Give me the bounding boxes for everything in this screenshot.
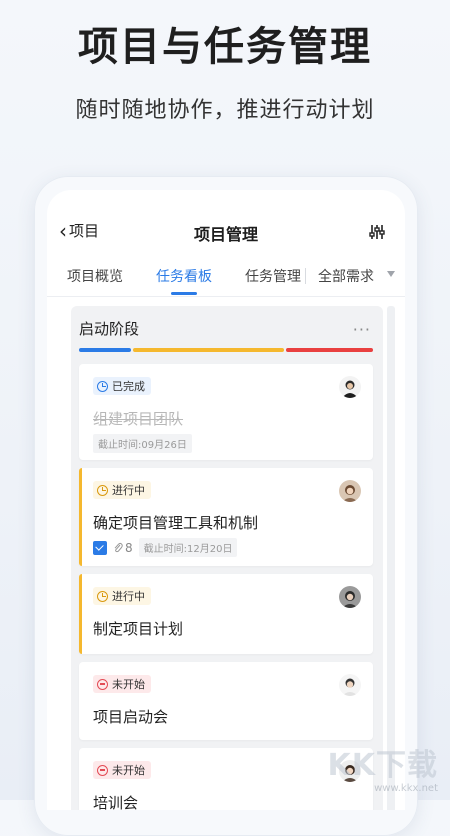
- progress-segment: [133, 348, 284, 352]
- chevron-down-icon: [387, 271, 395, 277]
- tab-bar: 项目概览 任务看板 任务管理 全部需求: [47, 252, 405, 297]
- app-screen: ‹ 项目 项目管理 项目概览 任务看板 任务管理 全部需求 启动阶段 ··· 已…: [47, 190, 405, 810]
- hero-subtitle: 随时随地协作，推进行动计划: [75, 98, 375, 123]
- task-title: 确定项目管理工具和机制: [93, 514, 259, 532]
- scrollbar[interactable]: [387, 306, 395, 810]
- status-badge: 未开始: [93, 675, 151, 693]
- deadline-chip: 截止时间:12月20日: [138, 538, 238, 557]
- tab-task-management[interactable]: 任务管理: [245, 266, 301, 286]
- status-badge: 已完成: [93, 377, 151, 395]
- status-badge: 进行中: [93, 481, 151, 499]
- task-title: 组建项目团队: [93, 410, 184, 428]
- column-title: 启动阶段: [79, 320, 140, 338]
- hero-title: 项目与任务管理: [78, 24, 372, 70]
- tab-project-overview[interactable]: 项目概览: [67, 266, 123, 286]
- task-card[interactable]: 已完成 组建项目团队 截止时间:09月26日: [79, 364, 373, 460]
- clock-icon: [97, 590, 108, 602]
- watermark-logo: KK下载: [327, 748, 438, 783]
- minus-circle-icon: [97, 678, 108, 690]
- active-tab-indicator: [171, 292, 197, 295]
- task-title: 制定项目计划: [93, 620, 184, 638]
- filter-sliders-icon[interactable]: [367, 222, 387, 242]
- progress-segment: [79, 348, 131, 352]
- task-card[interactable]: 未开始 项目启动会: [79, 662, 373, 740]
- task-meta: 截止时间:09月26日: [93, 434, 192, 453]
- paperclip-icon: [114, 542, 123, 552]
- stage-progress-bar: [79, 348, 373, 352]
- requirements-filter-dropdown[interactable]: 全部需求: [318, 266, 374, 286]
- minus-circle-icon: [97, 764, 108, 776]
- deadline-chip: 截止时间:09月26日: [93, 434, 192, 453]
- tab-task-board[interactable]: 任务看板: [156, 266, 212, 286]
- avatar: [339, 480, 361, 502]
- task-title: 项目启动会: [93, 708, 169, 726]
- kanban-column: 启动阶段 ··· 已完成 组建项目团队 截止时间:09月26日 进行中 确定项目…: [71, 306, 383, 810]
- tab-divider: [305, 268, 306, 284]
- watermark: KK下载 www.kkx.net: [327, 748, 439, 795]
- task-title: 培训会: [93, 794, 139, 810]
- nav-bar: ‹ 项目 项目管理: [47, 190, 405, 252]
- page-title: 项目管理: [193, 225, 258, 244]
- task-check-icon: [93, 540, 107, 555]
- task-meta: 8 截止时间:12月20日: [93, 538, 238, 557]
- progress-segment: [286, 348, 373, 352]
- more-options-icon[interactable]: ···: [353, 320, 371, 339]
- task-card[interactable]: 进行中 制定项目计划: [79, 574, 373, 654]
- avatar: [339, 586, 361, 608]
- avatar: [339, 376, 361, 398]
- avatar: [339, 674, 361, 696]
- task-card[interactable]: 进行中 确定项目管理工具和机制 8 截止时间:12月20日: [79, 468, 373, 566]
- status-badge: 进行中: [93, 587, 151, 605]
- watermark-url: www.kkx.net: [374, 783, 438, 794]
- status-badge: 未开始: [93, 761, 151, 779]
- clock-icon: [97, 484, 108, 496]
- clock-icon: [97, 380, 108, 392]
- attachment-count: 8: [113, 541, 133, 555]
